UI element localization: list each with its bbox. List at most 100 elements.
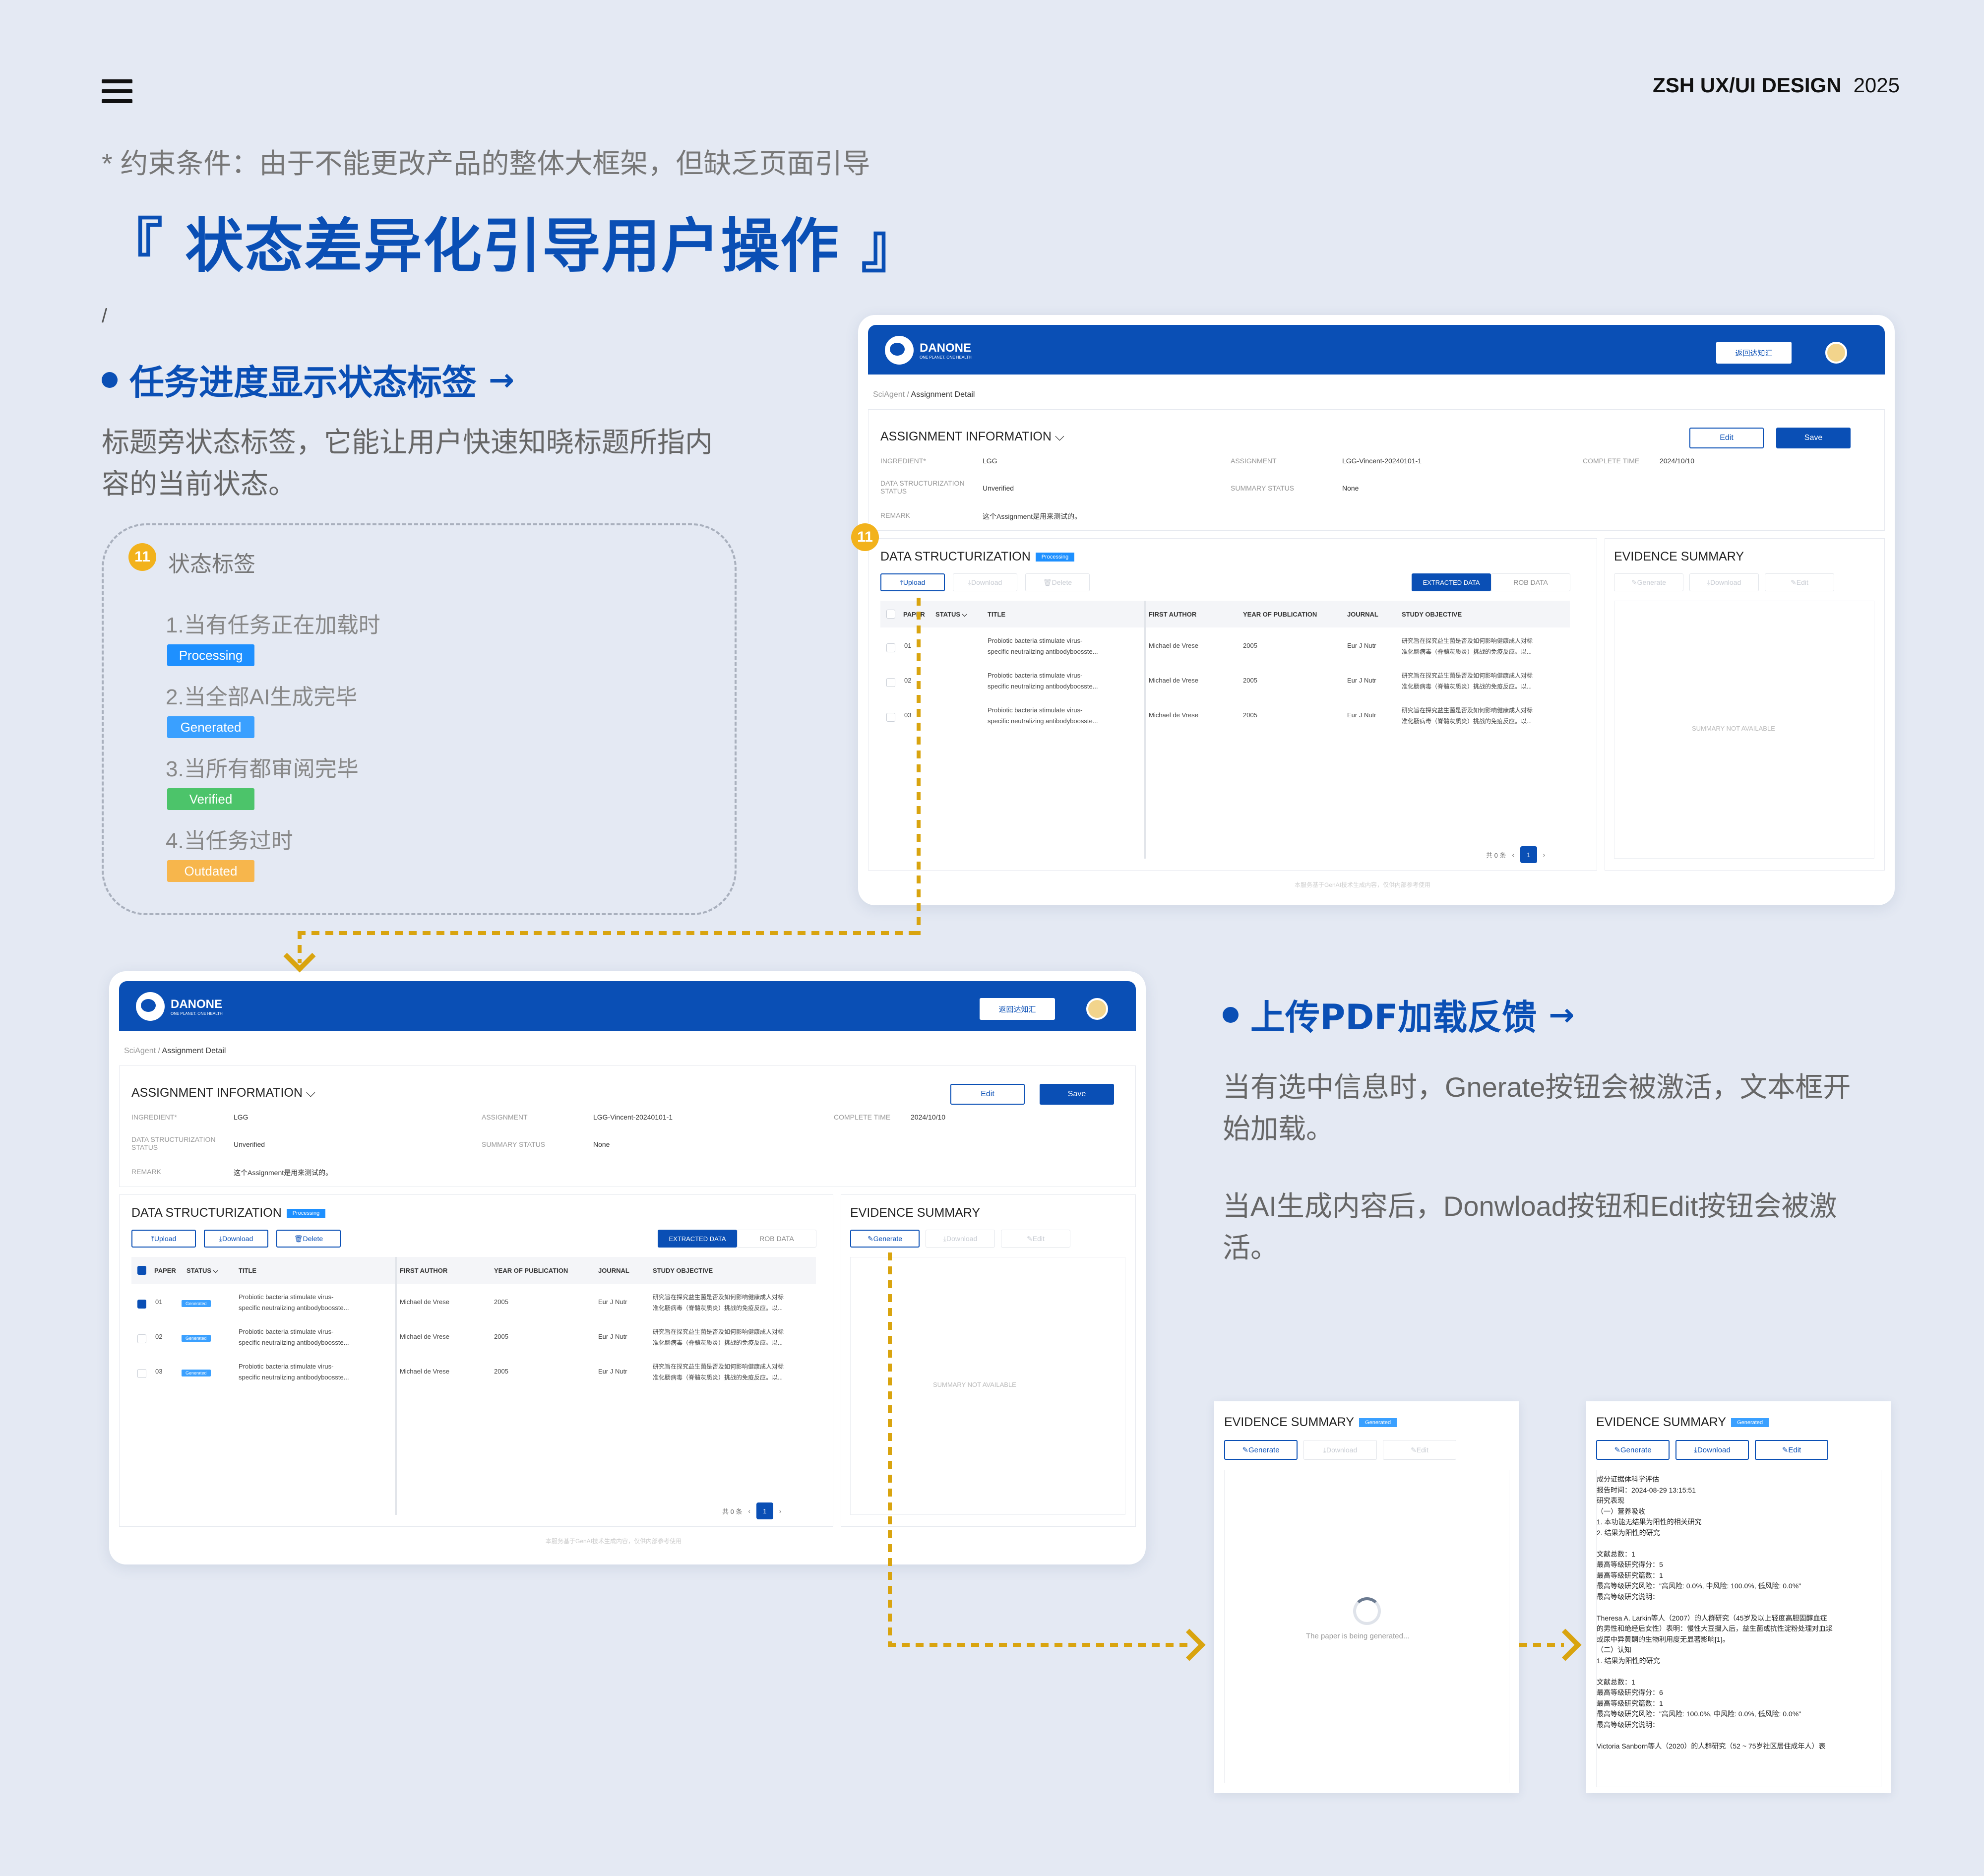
row-title[interactable]: Probiotic bacteria stimulate virus-speci… bbox=[988, 705, 1098, 727]
next-page-icon[interactable]: › bbox=[779, 1507, 781, 1515]
row-journal: Eur J Nutr bbox=[1347, 642, 1376, 649]
row-paper: 03 bbox=[904, 711, 912, 719]
row-journal: Eur J Nutr bbox=[598, 1368, 627, 1375]
table-header bbox=[880, 601, 1570, 627]
page-1[interactable]: 1 bbox=[1520, 846, 1537, 863]
row-objective: 研究旨在探究益生菌是否及如何影响健康成人对标 准化肠病毒（脊髓灰质炎）挑战的免疫反… bbox=[653, 1328, 784, 1346]
delete-button[interactable]: 🗑 Delete bbox=[276, 1230, 341, 1248]
row-title[interactable]: Probiotic bacteria stimulate virus-speci… bbox=[988, 670, 1098, 692]
save-button[interactable]: Save bbox=[1040, 1084, 1114, 1105]
tab-rob-data[interactable]: ROB DATA bbox=[737, 1230, 816, 1248]
row-checkbox[interactable] bbox=[137, 1334, 146, 1343]
generate-button[interactable]: ✎ Generate bbox=[850, 1230, 920, 1248]
row-title[interactable]: Probiotic bacteria stimulate virus-speci… bbox=[239, 1361, 349, 1383]
row-paper: 01 bbox=[155, 1298, 163, 1306]
section2-p2-line2: 活。 bbox=[1223, 1232, 1278, 1263]
tab-extracted-data[interactable]: EXTRACTED DATA bbox=[658, 1230, 737, 1248]
section2-p1-line2: 始加载。 bbox=[1223, 1113, 1334, 1144]
row-checkbox[interactable] bbox=[886, 643, 895, 652]
complete-label: COMPLETE TIME bbox=[834, 1113, 891, 1121]
menu-icon[interactable] bbox=[102, 79, 132, 103]
back-button[interactable]: 返回达知汇 bbox=[980, 998, 1055, 1020]
tab-extracted-data[interactable]: EXTRACTED DATA bbox=[1412, 573, 1491, 591]
row-author: Michael de Vrese bbox=[400, 1333, 449, 1340]
download-button[interactable]: ⤓ Download bbox=[1303, 1440, 1377, 1460]
avatar[interactable] bbox=[1086, 998, 1108, 1020]
brand-year: 2025 bbox=[1853, 73, 1900, 97]
ev-download-button[interactable]: ⤓ Download bbox=[926, 1230, 995, 1248]
step-badge: 11 bbox=[851, 523, 879, 551]
summary-status-value: None bbox=[1342, 484, 1359, 492]
row-checkbox[interactable] bbox=[137, 1300, 146, 1309]
generate-button[interactable]: ✎ Generate bbox=[1596, 1440, 1670, 1460]
col-status[interactable]: STATUS ⌵ bbox=[935, 611, 967, 619]
bullet-dot bbox=[1223, 1006, 1239, 1023]
dss-value: Unverified bbox=[234, 1140, 265, 1148]
row-year: 2005 bbox=[1243, 642, 1257, 649]
col-status[interactable]: STATUS ⌵ bbox=[186, 1267, 218, 1275]
row-title[interactable]: Probiotic bacteria stimulate virus-speci… bbox=[988, 635, 1098, 657]
section1-desc-line1: 标题旁状态标签，它能让用户快速知晓标题所指内 bbox=[102, 427, 713, 458]
connector-line bbox=[917, 598, 921, 935]
next-page-icon[interactable]: › bbox=[1543, 851, 1545, 859]
edit-button[interactable]: ✎ Edit bbox=[1755, 1440, 1828, 1460]
row-year: 2005 bbox=[494, 1368, 508, 1375]
prev-page-icon[interactable]: ‹ bbox=[748, 1507, 750, 1515]
summary-content: 成分证据体科学评估 报告时间：2024-08-29 13:15:51 研究表现 … bbox=[1597, 1475, 1833, 1750]
remark-label: REMARK bbox=[880, 511, 910, 519]
tab-rob-data[interactable]: ROB DATA bbox=[1491, 573, 1570, 591]
no-summary-text: SUMMARY NOT AVAILABLE bbox=[933, 1381, 1016, 1388]
generated-tag: Generated bbox=[1359, 1418, 1397, 1428]
col-year: YEAR OF PUBLICATION bbox=[1243, 611, 1317, 618]
row-checkbox[interactable] bbox=[137, 1369, 146, 1378]
total-count: 共 0 条 bbox=[1486, 851, 1506, 859]
connector-line bbox=[298, 931, 921, 935]
edit-button[interactable]: ✎ Edit bbox=[1383, 1440, 1456, 1460]
prev-page-icon[interactable]: ‹ bbox=[1512, 851, 1514, 859]
col-study-objective: STUDY OBJECTIVE bbox=[653, 1267, 713, 1274]
download-button[interactable]: ⤓ Download bbox=[953, 573, 1017, 591]
ev-title: EVIDENCE SUMMARY Generated bbox=[1596, 1415, 1769, 1430]
back-button[interactable]: 返回达知汇 bbox=[1716, 342, 1792, 364]
save-button[interactable]: Save bbox=[1776, 428, 1851, 448]
row-author: Michael de Vrese bbox=[400, 1368, 449, 1375]
row-checkbox[interactable] bbox=[886, 678, 895, 687]
row-year: 2005 bbox=[1243, 711, 1257, 719]
select-all-checkbox[interactable] bbox=[137, 1266, 146, 1275]
avatar[interactable] bbox=[1825, 342, 1847, 364]
section1-title: 任务进度显示状态标签 bbox=[129, 362, 477, 403]
ev-edit-button[interactable]: ✎ Edit bbox=[1765, 573, 1834, 591]
ev-title: EVIDENCE SUMMARY bbox=[1614, 550, 1744, 563]
page-1[interactable]: 1 bbox=[756, 1502, 773, 1519]
row-paper: 02 bbox=[155, 1333, 163, 1340]
upload-button[interactable]: ⤒ Upload bbox=[880, 573, 945, 591]
pagination: 共 0 条 ‹ 1 › bbox=[722, 1502, 781, 1519]
download-button[interactable]: ⤓ Download bbox=[204, 1230, 268, 1248]
summary-box bbox=[1224, 1470, 1509, 1783]
row-author: Michael de Vrese bbox=[1149, 711, 1198, 719]
col-paper: PAPER bbox=[903, 611, 925, 618]
ev-download-button[interactable]: ⤓ Download bbox=[1689, 573, 1759, 591]
generate-button[interactable]: ✎ Generate bbox=[1224, 1440, 1298, 1460]
download-button[interactable]: ⤓ Download bbox=[1675, 1440, 1749, 1460]
complete-value: 2024/10/10 bbox=[1660, 457, 1695, 465]
select-all-checkbox[interactable] bbox=[886, 610, 895, 619]
edit-button[interactable]: Edit bbox=[1689, 428, 1764, 448]
col-first-author: FIRST AUTHOR bbox=[1149, 611, 1197, 618]
row-objective: 研究旨在探究益生菌是否及如何影响健康成人对标 准化肠病毒（脊髓灰质炎）挑战的免疫反… bbox=[653, 1363, 784, 1381]
row-title[interactable]: Probiotic bacteria stimulate virus-speci… bbox=[239, 1292, 349, 1313]
delete-button[interactable]: 🗑 Delete bbox=[1025, 573, 1090, 591]
brand-label: ZSH UX/UI DESIGN 2025 bbox=[1653, 73, 1900, 97]
row-year: 2005 bbox=[1243, 677, 1257, 684]
row-author: Michael de Vrese bbox=[1149, 642, 1198, 649]
edit-button[interactable]: Edit bbox=[950, 1084, 1025, 1105]
ev-edit-button[interactable]: ✎ Edit bbox=[1001, 1230, 1070, 1248]
row-checkbox[interactable] bbox=[886, 713, 895, 722]
generated-tag: Generated bbox=[1731, 1418, 1769, 1428]
assignment-info-panel: ASSIGNMENT INFORMATION ⌵ Edit Save INGRE… bbox=[119, 1065, 1136, 1187]
total-count: 共 0 条 bbox=[722, 1507, 743, 1515]
generate-button[interactable]: ✎ Generate bbox=[1614, 573, 1683, 591]
row-status-tag: Generated bbox=[182, 1370, 211, 1376]
row-title[interactable]: Probiotic bacteria stimulate virus-speci… bbox=[239, 1326, 349, 1348]
upload-button[interactable]: ⤒ Upload bbox=[131, 1230, 196, 1248]
